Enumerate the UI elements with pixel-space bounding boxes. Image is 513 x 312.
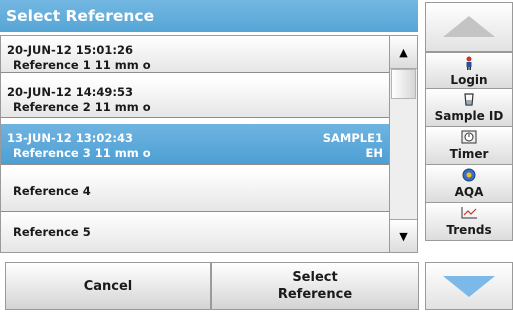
page-down-button[interactable] [425,262,513,310]
sample-id-label: Sample ID [434,109,504,123]
triangle-up-icon: ▲ [399,45,408,59]
aqa-icon [426,168,512,182]
reference-datetime: 20-JUN-12 15:01:26 [7,43,134,57]
login-label: Login [450,73,488,87]
reference-name: Reference 2 11 mm o [13,100,151,114]
trends-label: Trends [446,223,492,237]
trends-button[interactable]: Trends [425,203,513,241]
scroll-down-button[interactable]: ▼ [390,219,417,252]
list-item-selected[interactable]: 13-JUN-12 13:02:43 Reference 3 11 mm o S… [1,124,389,165]
list-item[interactable]: 20-JUN-12 15:01:26 Reference 1 11 mm o [1,36,389,73]
sample-id-icon [426,92,512,106]
list-item[interactable]: Reference 4 [1,170,389,212]
list-scrollbar[interactable]: ▲ ▼ [390,35,418,253]
reference-name: Reference 4 [13,183,91,198]
timer-icon [426,130,512,144]
page-title: Select Reference [0,0,418,32]
select-label-line1: Select [292,270,338,285]
aqa-button[interactable]: AQA [425,165,513,203]
person-icon [426,56,512,70]
login-button[interactable]: Login [425,52,513,89]
trends-icon [426,206,512,220]
arrow-down-icon [443,276,495,297]
reference-list: 20-JUN-12 15:01:26 Reference 1 11 mm o 2… [0,35,390,253]
scroll-up-button[interactable]: ▲ [390,36,417,69]
scroll-thumb[interactable] [391,69,416,99]
reference-datetime: 13-JUN-12 13:02:43 [7,131,134,145]
reference-name: Reference 3 11 mm o [13,146,151,160]
list-item[interactable]: Reference 5 [1,212,389,252]
timer-label: Timer [449,147,489,161]
select-reference-button[interactable]: Select Reference [211,262,419,310]
reference-datetime: 20-JUN-12 14:49:53 [7,85,134,99]
arrow-up-icon [443,16,495,37]
aqa-label: AQA [454,185,484,199]
reference-operator: EH [365,146,383,160]
side-panel: Login Sample ID Timer AQA Trends [425,0,513,312]
select-label-line2: Reference [277,287,353,302]
reference-name: Reference 1 11 mm o [13,58,151,72]
list-item[interactable]: 20-JUN-12 14:49:53 Reference 2 11 mm o [1,78,389,118]
page-up-button[interactable] [425,2,513,52]
cancel-button[interactable]: Cancel [5,262,211,310]
reference-name: Reference 5 [13,225,91,239]
sample-id-button[interactable]: Sample ID [425,89,513,127]
cancel-label: Cancel [83,278,133,294]
timer-button[interactable]: Timer [425,127,513,165]
reference-sample-id: SAMPLE1 [322,131,383,145]
triangle-down-icon: ▼ [399,229,408,243]
